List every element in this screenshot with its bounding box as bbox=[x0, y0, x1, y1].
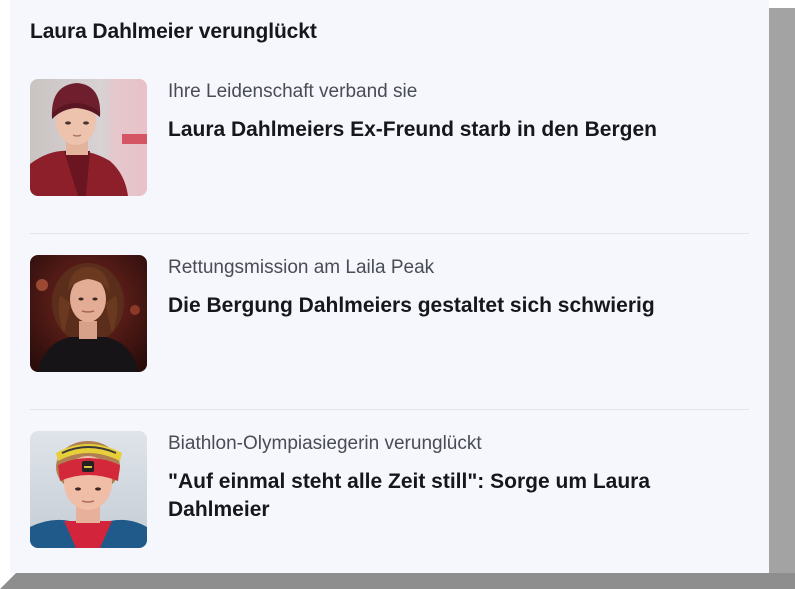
article-title-1[interactable]: Laura Dahlmeiers Ex-Freund starb in den … bbox=[168, 116, 728, 144]
article-thumbnail-2[interactable] bbox=[30, 255, 147, 372]
frame-shadow-right bbox=[769, 8, 795, 589]
article-kicker-1: Ihre Leidenschaft verband sie bbox=[168, 81, 418, 102]
article-kicker-2: Rettungsmission am Laila Peak bbox=[168, 257, 435, 278]
article-thumbnail-1[interactable] bbox=[30, 79, 147, 196]
screenshot-frame: Laura Dahlmeier verunglückt Ihre Leidens… bbox=[0, 0, 795, 589]
frame-shadow-bottom bbox=[0, 573, 795, 589]
portrait-photo-curly-hair-icon bbox=[30, 255, 147, 372]
article-teaser-1[interactable]: Ihre Leidenschaft verband sie Laura Dahl… bbox=[30, 79, 749, 199]
news-teaser-card: Laura Dahlmeier verunglückt Ihre Leidens… bbox=[10, 0, 769, 573]
article-divider-1 bbox=[30, 233, 749, 234]
article-title-2[interactable]: Die Bergung Dahlmeiers gestaltet sich sc… bbox=[168, 292, 728, 320]
article-kicker-3: Biathlon-Olympiasiegerin verunglückt bbox=[168, 433, 482, 454]
article-teaser-3[interactable]: Biathlon-Olympiasiegerin verunglückt "Au… bbox=[30, 431, 749, 551]
article-teaser-2[interactable]: Rettungsmission am Laila Peak Die Bergun… bbox=[30, 255, 749, 375]
article-title-3[interactable]: "Auf einmal steht alle Zeit still": Sorg… bbox=[168, 468, 728, 524]
article-divider-2 bbox=[30, 409, 749, 410]
portrait-photo-headband-icon bbox=[30, 431, 147, 548]
portrait-photo-beanie-icon bbox=[30, 79, 147, 196]
article-thumbnail-3[interactable] bbox=[30, 431, 147, 548]
section-title: Laura Dahlmeier verunglückt bbox=[30, 20, 317, 43]
